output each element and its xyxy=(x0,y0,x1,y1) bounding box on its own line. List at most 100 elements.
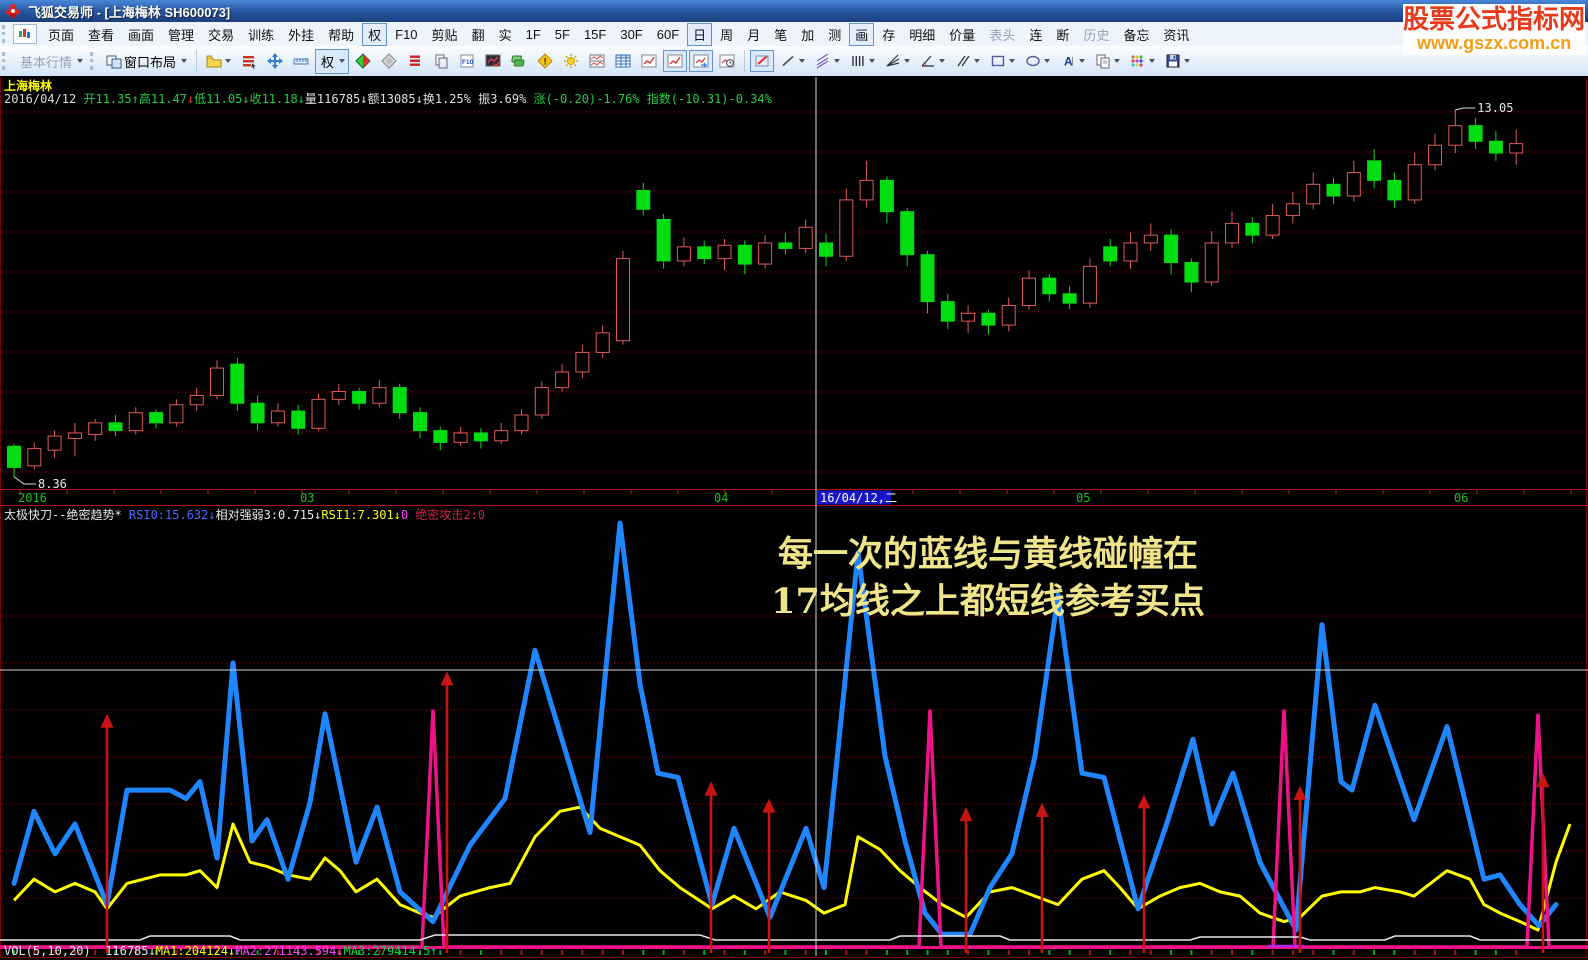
menu-item-笔[interactable]: 笔 xyxy=(768,23,793,46)
rect-icon xyxy=(991,55,1005,67)
text-tool[interactable]: A xyxy=(1056,50,1089,72)
chart-window-button[interactable] xyxy=(663,50,688,72)
menu-item-测[interactable]: 测 xyxy=(822,23,847,46)
menu-item-交易[interactable]: 交易 xyxy=(202,23,240,46)
menu-item-资讯[interactable]: 资讯 xyxy=(1157,23,1195,46)
chart-forward-button[interactable] xyxy=(689,50,714,72)
toolbar-grip[interactable] xyxy=(90,52,98,70)
menu-item-翻[interactable]: 翻 xyxy=(466,23,491,46)
save-button[interactable] xyxy=(1161,50,1194,72)
menu-item-实[interactable]: 实 xyxy=(493,23,518,46)
menu-item-日[interactable]: 日 xyxy=(687,22,713,46)
app-logo-icon[interactable] xyxy=(4,3,22,19)
minichart-icon xyxy=(667,54,683,68)
menu-item-表头[interactable]: 表头 xyxy=(983,23,1021,46)
ellipse-tool[interactable] xyxy=(1021,50,1054,72)
menu-item-页面[interactable]: 页面 xyxy=(42,23,80,46)
warning-button[interactable]: ! xyxy=(533,50,557,72)
menu-item-连[interactable]: 连 xyxy=(1023,23,1048,46)
gray-diamond-button[interactable] xyxy=(377,50,401,72)
mini-chart-button[interactable] xyxy=(637,50,661,72)
angle-icon xyxy=(921,55,935,67)
rectangle-tool[interactable] xyxy=(986,50,1019,72)
menu-item-5F[interactable]: 5F xyxy=(549,25,576,44)
ad-banner[interactable]: 股票公式指标网 www.gszx.com.cn xyxy=(1403,4,1585,55)
trend-line-tool[interactable] xyxy=(776,50,809,72)
sun-icon xyxy=(564,54,579,68)
status-field: 116785↓ xyxy=(105,944,156,958)
channel-tool[interactable] xyxy=(811,50,844,72)
fan-lines-tool[interactable] xyxy=(881,50,914,72)
settings-sun-button[interactable] xyxy=(559,50,583,72)
dropdown-caret-icon xyxy=(77,59,84,63)
quote-field: 额13085↓ xyxy=(367,92,423,106)
dropdown-caret-icon xyxy=(904,59,911,63)
menu-item-外挂[interactable]: 外挂 xyxy=(282,23,320,46)
chart-annotation: 每一次的蓝线与黄线碰幢在 17均线之上都短线参考买点 xyxy=(728,531,1248,625)
measure-ruler-button[interactable] xyxy=(289,50,313,72)
data-table-button[interactable] xyxy=(611,50,635,72)
quote-field: 涨(-0.20)-1.76% xyxy=(533,92,647,106)
menu-item-权[interactable]: 权 xyxy=(362,22,388,46)
menu-item-明细[interactable]: 明细 xyxy=(903,23,941,46)
menu-grip[interactable] xyxy=(2,25,10,43)
menu-item-1F[interactable]: 1F xyxy=(520,25,547,44)
vbars-icon xyxy=(852,56,864,66)
menu-item-15F[interactable]: 15F xyxy=(578,25,612,44)
quote-list-button[interactable] xyxy=(237,50,261,72)
basic-quotes-button[interactable]: 基本行情 xyxy=(14,49,87,74)
menu-item-帮助[interactable]: 帮助 xyxy=(322,23,360,46)
chartcheck-icon xyxy=(485,54,501,68)
menu-item-加[interactable]: 加 xyxy=(795,23,820,46)
menu-item-管理[interactable]: 管理 xyxy=(162,23,200,46)
indicator-field: 相对强弱3:0.715↓ xyxy=(215,508,322,522)
menu-item-月[interactable]: 月 xyxy=(741,23,766,46)
move-tool-button[interactable] xyxy=(263,50,287,72)
chart-history-button[interactable] xyxy=(715,50,739,72)
menu-item-周[interactable]: 周 xyxy=(714,23,739,46)
parallel-lines-tool[interactable] xyxy=(951,50,984,72)
red-bars-button[interactable] xyxy=(403,50,427,72)
f10-info-button[interactable]: F10 xyxy=(455,50,479,72)
menu-item-30F[interactable]: 30F xyxy=(614,25,648,44)
duplicate-tool[interactable] xyxy=(1091,50,1124,72)
menu-item-剪贴[interactable]: 剪贴 xyxy=(426,23,464,46)
ellipse-icon xyxy=(1026,55,1040,67)
menu-item-历史[interactable]: 历史 xyxy=(1077,23,1115,46)
ruler-icon xyxy=(293,58,309,65)
indicator-field: 绝密攻击2:0 xyxy=(415,508,486,522)
color-dots-tool[interactable] xyxy=(1126,50,1159,72)
menu-item-F10[interactable]: F10 xyxy=(389,25,423,44)
window-layout-button[interactable]: 窗口布局 xyxy=(102,49,191,74)
menu-item-断[interactable]: 断 xyxy=(1050,23,1075,46)
dropdown-caret-icon xyxy=(1114,59,1121,63)
pages-icon xyxy=(435,54,448,69)
menu-item-画面[interactable]: 画面 xyxy=(122,23,160,46)
open-folder-button[interactable] xyxy=(202,50,235,72)
svg-text:!: ! xyxy=(544,57,547,67)
toolbar-separator xyxy=(744,50,746,72)
menu-item-价量[interactable]: 价量 xyxy=(943,23,981,46)
toolbar-grip[interactable] xyxy=(2,52,10,70)
chart-check-button[interactable] xyxy=(481,50,505,72)
menu-item-60F[interactable]: 60F xyxy=(651,25,685,44)
menu-item-查看[interactable]: 查看 xyxy=(82,23,120,46)
angle-tool[interactable] xyxy=(916,50,949,72)
copy-pages-button[interactable] xyxy=(429,50,453,72)
quote-field: 指数(-10.31)-0.34% xyxy=(646,92,772,106)
folder-icon xyxy=(206,55,222,68)
chart-area[interactable]: 上海梅林 2016/04/12 开11.35↑高11.47↓低11.05↓收11… xyxy=(0,76,1588,960)
green-cards-button[interactable] xyxy=(507,50,531,72)
child-window-icon[interactable] xyxy=(13,24,37,44)
dropdown-caret-icon xyxy=(1044,59,1051,63)
menu-item-存[interactable]: 存 xyxy=(876,23,901,46)
color-diamond-button[interactable] xyxy=(351,50,375,72)
menu-item-训练[interactable]: 训练 xyxy=(242,23,280,46)
vertical-lines-tool[interactable] xyxy=(846,50,879,72)
rights-adjust-button[interactable]: 权 xyxy=(315,48,350,74)
warn-icon: ! xyxy=(537,53,553,69)
menu-item-画[interactable]: 画 xyxy=(849,22,875,46)
multi-panel-button[interactable] xyxy=(585,50,609,72)
menu-item-备忘[interactable]: 备忘 xyxy=(1117,23,1155,46)
draw-mode-button[interactable] xyxy=(750,50,775,72)
